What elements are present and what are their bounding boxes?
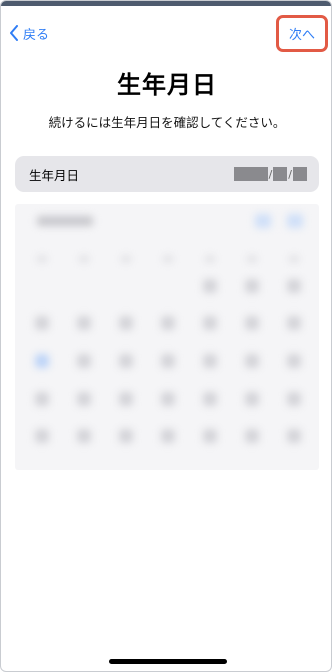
calendar-day-cell[interactable] xyxy=(245,354,259,368)
calendar-day-cell[interactable] xyxy=(35,354,49,368)
calendar-day-cell[interactable] xyxy=(119,354,133,368)
calendar-weekday-label xyxy=(37,256,47,262)
calendar-day-cell[interactable] xyxy=(35,392,49,406)
screen: 戻る 次へ 生年月日 続けるには生年月日を確認してください。 生年月日 / / xyxy=(0,0,332,672)
calendar-month-header xyxy=(37,216,93,226)
chevron-left-icon xyxy=(9,25,19,41)
calendar-day-cell[interactable] xyxy=(77,429,91,443)
next-button-label: 次へ xyxy=(288,28,315,43)
calendar-weekday-label xyxy=(121,256,131,262)
calendar-day-cell[interactable] xyxy=(77,316,91,330)
calendar-picker-blurred[interactable] xyxy=(15,204,319,470)
calendar-day-cell[interactable] xyxy=(35,429,49,443)
page-title: 生年月日 xyxy=(117,71,217,99)
calendar-day-cell[interactable] xyxy=(203,279,217,293)
calendar-weekday-label xyxy=(289,256,299,262)
calendar-weekday-label xyxy=(163,256,173,262)
home-indicator xyxy=(109,659,227,664)
calendar-day-cell[interactable] xyxy=(161,354,175,368)
back-button-label: 戻る xyxy=(23,27,50,43)
calendar-day-cell[interactable] xyxy=(287,279,301,293)
calendar-day-cell[interactable] xyxy=(245,429,259,443)
calendar-day-cell[interactable] xyxy=(35,316,49,330)
calendar-day-cell[interactable] xyxy=(245,279,259,293)
calendar-day-cell[interactable] xyxy=(287,316,301,330)
calendar-day-cell[interactable] xyxy=(287,392,301,406)
calendar-weekday-label xyxy=(205,256,215,262)
calendar-day-cell[interactable] xyxy=(203,316,217,330)
calendar-prev-arrow xyxy=(255,214,271,228)
redacted-year xyxy=(233,167,268,181)
date-separator: / xyxy=(268,167,273,181)
calendar-day-cell[interactable] xyxy=(77,392,91,406)
calendar-day-cell[interactable] xyxy=(245,316,259,330)
date-separator: / xyxy=(288,167,292,181)
calendar-day-cell[interactable] xyxy=(161,429,175,443)
calendar-day-cell[interactable] xyxy=(203,392,217,406)
calendar-day-cell[interactable] xyxy=(119,316,133,330)
calendar-day-cell[interactable] xyxy=(161,392,175,406)
calendar-day-cell[interactable] xyxy=(287,429,301,443)
date-of-birth-field[interactable]: 生年月日 / / xyxy=(15,156,319,192)
date-of-birth-label: 生年月日 xyxy=(29,167,80,183)
top-strip xyxy=(1,1,331,6)
calendar-next-arrow xyxy=(287,214,303,228)
calendar-day-cell[interactable] xyxy=(77,354,91,368)
next-button[interactable]: 次へ xyxy=(276,15,328,52)
calendar-day-cell[interactable] xyxy=(161,316,175,330)
redacted-day xyxy=(293,167,307,181)
calendar-content xyxy=(15,204,319,470)
calendar-day-cell[interactable] xyxy=(203,354,217,368)
back-button[interactable]: 戻る xyxy=(9,23,49,43)
calendar-day-cell[interactable] xyxy=(203,429,217,443)
date-of-birth-value-masked: / / xyxy=(233,167,307,181)
calendar-weekday-label xyxy=(79,256,89,262)
calendar-day-cell[interactable] xyxy=(245,392,259,406)
page-subtitle: 続けるには生年月日を確認してください。 xyxy=(48,115,286,130)
calendar-day-cell[interactable] xyxy=(287,354,301,368)
calendar-day-cell[interactable] xyxy=(119,392,133,406)
calendar-weekday-label xyxy=(247,256,257,262)
calendar-day-cell[interactable] xyxy=(119,429,133,443)
redacted-month xyxy=(273,167,288,181)
